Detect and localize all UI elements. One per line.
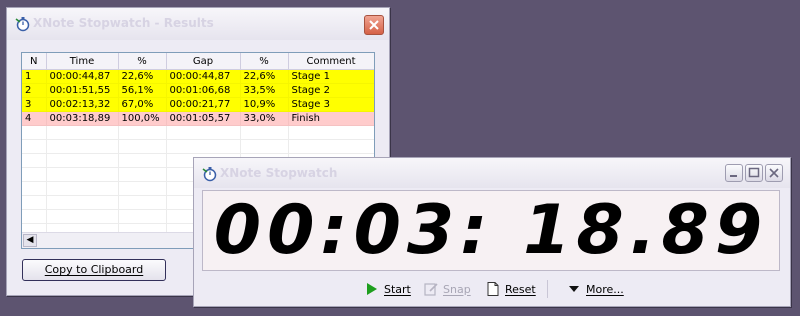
- stopwatch-window-title: XNote Stopwatch: [220, 166, 338, 180]
- maximize-button[interactable]: [745, 164, 763, 182]
- cell-gap-percent: 10,9%: [240, 97, 289, 112]
- cell-comment: Stage 1: [288, 69, 374, 84]
- close-icon: [369, 20, 379, 30]
- column-header-time-percent[interactable]: %: [118, 53, 167, 70]
- table-row[interactable]: 4 00:03:18,89 100,0% 00:01:05,57 33,0% F…: [22, 111, 374, 126]
- close-button[interactable]: [364, 15, 384, 35]
- cell-comment: Stage 2: [288, 83, 374, 98]
- maximize-icon: [748, 167, 760, 178]
- stopwatch-title-bar[interactable]: XNote Stopwatch: [194, 158, 790, 188]
- table-header-row: N Time % Gap % Comment: [22, 53, 374, 70]
- snap-icon: [423, 281, 439, 297]
- column-header-comment[interactable]: Comment: [288, 53, 374, 70]
- cell-comment: Finish: [288, 111, 374, 126]
- table-row[interactable]: 2 00:01:51,55 56,1% 00:01:06,68 33,5% St…: [22, 83, 374, 98]
- toolbar-separator: [547, 280, 548, 298]
- start-label: Start: [384, 282, 411, 296]
- cell-n: 3: [22, 97, 47, 112]
- start-button[interactable]: Start: [364, 279, 411, 299]
- copy-to-clipboard-button[interactable]: Copy to Clipboard: [22, 259, 166, 281]
- cell-percent: 56,1%: [118, 83, 167, 98]
- cell-gap-percent: 33,5%: [240, 83, 289, 98]
- cell-comment: Stage 3: [288, 97, 374, 112]
- cell-time: 00:02:13,32: [46, 97, 119, 112]
- table-row[interactable]: 3 00:02:13,32 67,0% 00:00:21,77 10,9% St…: [22, 97, 374, 112]
- play-icon: [364, 281, 380, 297]
- reset-button[interactable]: Reset: [485, 279, 536, 299]
- cell-percent: 100,0%: [118, 111, 167, 126]
- cell-n: 2: [22, 83, 47, 98]
- cell-gap: 00:00:21,77: [166, 97, 241, 112]
- caret-down-icon: [566, 281, 582, 297]
- close-button[interactable]: [765, 164, 783, 182]
- stopwatch-app-icon: [14, 16, 30, 32]
- column-header-gap[interactable]: Gap: [166, 53, 241, 70]
- cell-gap: 00:00:44,87: [166, 69, 241, 84]
- cell-percent: 22,6%: [118, 69, 167, 84]
- cell-time: 00:00:44,87: [46, 69, 119, 84]
- column-header-gap-percent[interactable]: %: [240, 53, 289, 70]
- more-label: More...: [586, 282, 624, 296]
- scroll-left-arrow-icon[interactable]: ◀: [23, 234, 37, 247]
- minimize-button[interactable]: [725, 164, 743, 182]
- snap-label: Snap: [443, 282, 471, 296]
- cell-time: 00:01:51,55: [46, 83, 119, 98]
- close-icon: [769, 168, 779, 178]
- stopwatch-window: XNote Stopwatch 00:03: 18.89 Start Snap …: [193, 157, 791, 307]
- more-button[interactable]: More...: [566, 279, 624, 299]
- snap-button[interactable]: Snap: [423, 279, 471, 299]
- empty-row: [22, 139, 374, 154]
- cell-gap-percent: 33,0%: [240, 111, 289, 126]
- empty-row: [22, 125, 374, 140]
- results-window-title: XNote Stopwatch - Results: [33, 16, 214, 30]
- cell-gap-percent: 22,6%: [240, 69, 289, 84]
- time-display: 00:03: 18.89: [202, 190, 780, 271]
- cell-gap: 00:01:06,68: [166, 83, 241, 98]
- column-header-n[interactable]: N: [22, 53, 47, 70]
- cell-n: 4: [22, 111, 47, 126]
- column-header-time[interactable]: Time: [46, 53, 119, 70]
- stopwatch-app-icon: [201, 166, 217, 182]
- cell-percent: 67,0%: [118, 97, 167, 112]
- cell-gap: 00:01:05,57: [166, 111, 241, 126]
- stopwatch-toolbar: Start Snap Reset More...: [194, 277, 790, 301]
- cell-time: 00:03:18,89: [46, 111, 119, 126]
- minimize-icon: [730, 175, 737, 177]
- page-icon: [485, 281, 501, 297]
- results-title-bar[interactable]: XNote Stopwatch - Results: [7, 8, 389, 40]
- elapsed-time: 00:03: 18.89: [213, 191, 769, 270]
- table-row[interactable]: 1 00:00:44,87 22,6% 00:00:44,87 22,6% St…: [22, 69, 374, 84]
- cell-n: 1: [22, 69, 47, 84]
- reset-label: Reset: [505, 282, 536, 296]
